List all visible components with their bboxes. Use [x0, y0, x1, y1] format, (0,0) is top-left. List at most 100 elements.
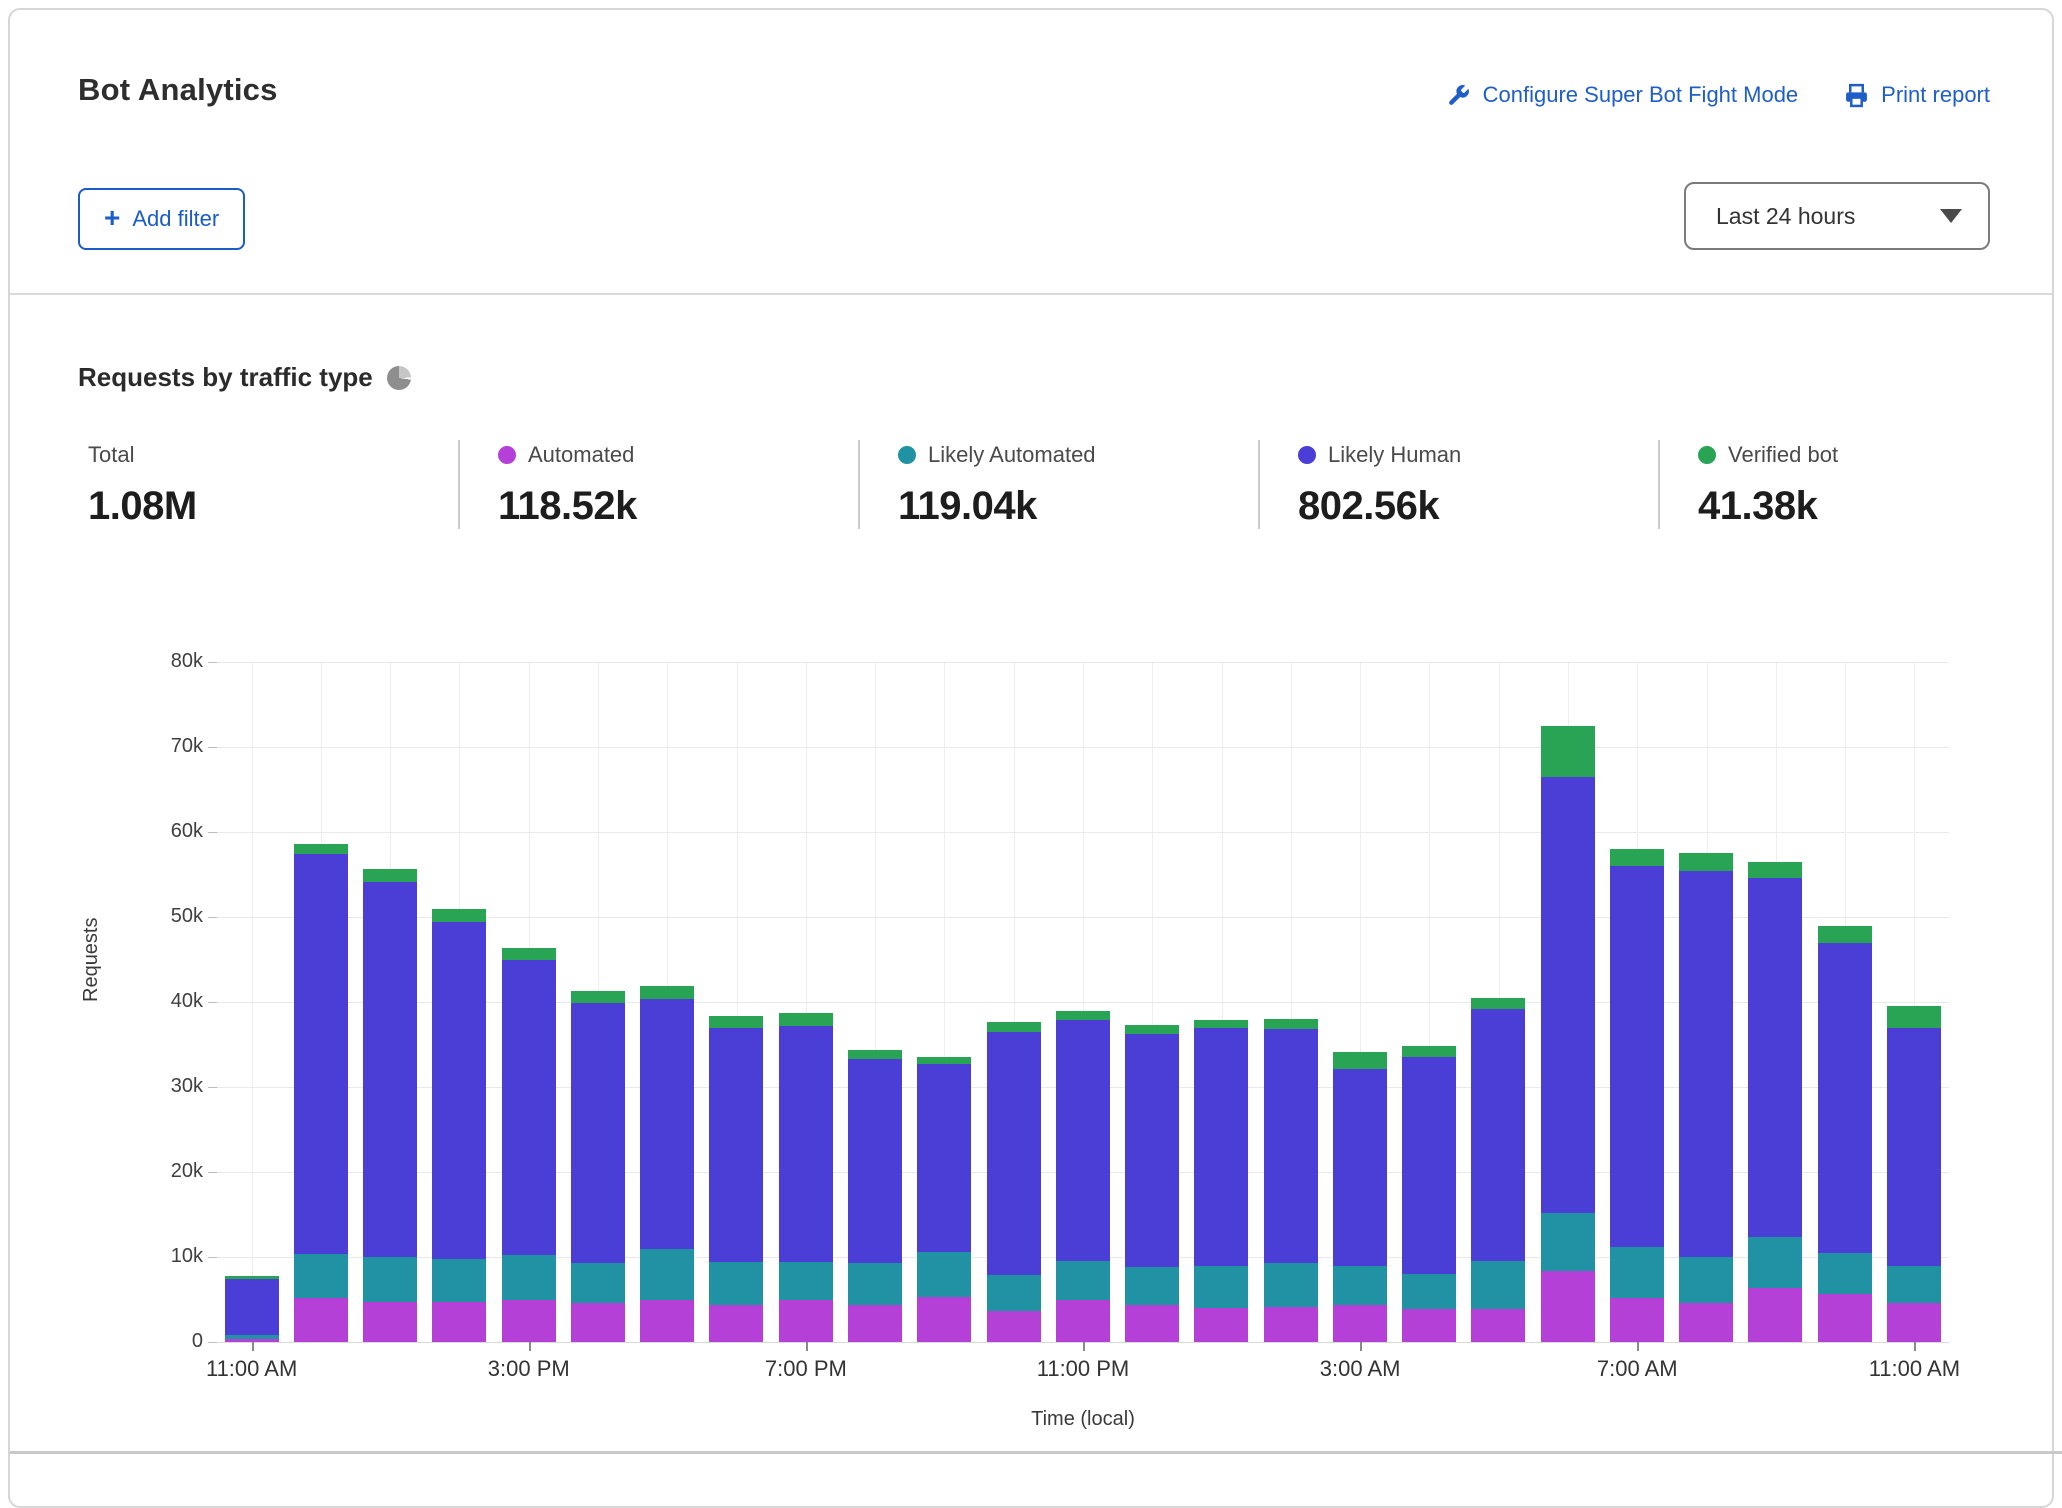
- bar-segment-likely-automated: [1264, 1263, 1318, 1307]
- bar-segment-likely-human: [779, 1026, 833, 1262]
- bar-segment-likely-automated: [1887, 1266, 1941, 1303]
- bar-segment-likely-human: [1402, 1057, 1456, 1274]
- y-tick-label: 80k: [133, 650, 203, 673]
- chevron-down-icon: [1940, 209, 1962, 223]
- bar-segment-likely-human: [1610, 866, 1664, 1247]
- stat-automated[interactable]: Automated 118.52k: [458, 440, 858, 529]
- plus-icon: +: [104, 204, 120, 232]
- bar-group[interactable]: [702, 662, 771, 1342]
- x-tick-label: 7:00 PM: [765, 1356, 847, 1382]
- bar-segment-automated: [1125, 1305, 1179, 1342]
- bar-segment-automated: [848, 1305, 902, 1342]
- likely-automated-dot: [898, 446, 916, 464]
- bar-segment-verified-bot: [432, 909, 486, 923]
- bar-segment-likely-automated: [1194, 1266, 1248, 1309]
- bar-group[interactable]: [1464, 662, 1533, 1342]
- bar-stack: [1264, 1019, 1318, 1342]
- bar-segment-automated: [1471, 1309, 1525, 1342]
- bar-segment-verified-bot: [1194, 1020, 1248, 1029]
- bar-group[interactable]: [1810, 662, 1879, 1342]
- bar-segment-automated: [640, 1300, 694, 1343]
- bar-segment-automated: [779, 1300, 833, 1342]
- bar-group[interactable]: [633, 662, 702, 1342]
- bar-segment-likely-human: [640, 999, 694, 1249]
- bar-group[interactable]: [286, 662, 355, 1342]
- bar-segment-verified-bot: [1125, 1025, 1179, 1034]
- bar-group[interactable]: [356, 662, 425, 1342]
- bar-group[interactable]: [1879, 662, 1948, 1342]
- configure-super-bot-fight-mode-link[interactable]: Configure Super Bot Fight Mode: [1446, 82, 1799, 108]
- bar-segment-likely-automated: [294, 1254, 348, 1298]
- x-tick: [1914, 1342, 1916, 1351]
- bar-group[interactable]: [1117, 662, 1186, 1342]
- add-filter-button[interactable]: + Add filter: [78, 188, 245, 250]
- traffic-type-legend: Total 1.08M Automated 118.52k Likely Aut…: [78, 440, 2058, 529]
- bar-stack: [1125, 1025, 1179, 1342]
- bar-group[interactable]: [840, 662, 909, 1342]
- bar-segment-verified-bot: [709, 1016, 763, 1028]
- bar-segment-verified-bot: [294, 844, 348, 854]
- bar-group[interactable]: [1187, 662, 1256, 1342]
- bar-group[interactable]: [1602, 662, 1671, 1342]
- bar-segment-likely-human: [848, 1059, 902, 1263]
- y-tick: [208, 1257, 217, 1258]
- bar-group[interactable]: [494, 662, 563, 1342]
- bar-stack: [1610, 849, 1664, 1342]
- bar-segment-likely-automated: [432, 1259, 486, 1302]
- bar-group[interactable]: [563, 662, 632, 1342]
- stat-likely-human[interactable]: Likely Human 802.56k: [1258, 440, 1658, 529]
- bar-group[interactable]: [425, 662, 494, 1342]
- bar-stack: [571, 991, 625, 1342]
- bar-segment-likely-automated: [1541, 1213, 1595, 1272]
- bar-segment-automated: [571, 1303, 625, 1342]
- bar-segment-likely-automated: [848, 1263, 902, 1306]
- bar-group[interactable]: [1048, 662, 1117, 1342]
- bar-segment-likely-human: [1056, 1020, 1110, 1261]
- bar-segment-likely-automated: [363, 1257, 417, 1302]
- bar-segment-likely-automated: [1056, 1261, 1110, 1300]
- bar-segment-likely-automated: [502, 1255, 556, 1299]
- print-report-link[interactable]: Print report: [1844, 82, 1990, 108]
- y-tick: [208, 917, 217, 918]
- bar-segment-automated: [1056, 1300, 1110, 1342]
- bar-group[interactable]: [217, 662, 286, 1342]
- bar-segment-likely-automated: [571, 1263, 625, 1303]
- bar-segment-likely-automated: [1402, 1274, 1456, 1309]
- bar-group[interactable]: [771, 662, 840, 1342]
- bar-group[interactable]: [1325, 662, 1394, 1342]
- section-title: Requests by traffic type: [78, 362, 373, 393]
- header-actions: Configure Super Bot Fight Mode Print rep…: [1446, 82, 1990, 108]
- bar-segment-likely-automated: [1748, 1237, 1802, 1288]
- x-tick-label: 7:00 AM: [1597, 1356, 1678, 1382]
- bar-group[interactable]: [1533, 662, 1602, 1342]
- bar-segment-likely-automated: [1125, 1267, 1179, 1305]
- bar-stack: [1887, 1006, 1941, 1342]
- bar-group[interactable]: [1672, 662, 1741, 1342]
- stat-verified-bot[interactable]: Verified bot 41.38k: [1658, 440, 2058, 529]
- bar-segment-automated: [917, 1297, 971, 1342]
- x-tick: [806, 1342, 808, 1351]
- bar-segment-likely-human: [571, 1003, 625, 1263]
- bar-stack: [1402, 1046, 1456, 1342]
- bar-stack: [225, 1276, 279, 1342]
- bar-group[interactable]: [1256, 662, 1325, 1342]
- bar-segment-verified-bot: [1264, 1019, 1318, 1029]
- bar-segment-verified-bot: [1056, 1011, 1110, 1020]
- stat-likely-automated[interactable]: Likely Automated 119.04k: [858, 440, 1258, 529]
- bar-stack: [432, 909, 486, 1342]
- plot-area: 010k20k30k40k50k60k70k80k: [217, 662, 1949, 1342]
- bar-stack: [779, 1013, 833, 1342]
- bar-segment-verified-bot: [1679, 853, 1733, 871]
- bar-group[interactable]: [979, 662, 1048, 1342]
- verified-bot-dot: [1698, 446, 1716, 464]
- bar-group[interactable]: [1395, 662, 1464, 1342]
- bar-group[interactable]: [910, 662, 979, 1342]
- x-tick-label: 11:00 AM: [1869, 1356, 1960, 1382]
- bar-segment-automated: [1679, 1303, 1733, 1342]
- printer-icon: [1844, 83, 1869, 108]
- time-range-dropdown[interactable]: Last 24 hours: [1684, 182, 1990, 250]
- bar-group[interactable]: [1741, 662, 1810, 1342]
- card-header: Bot Analytics Configure Super Bot Fight …: [10, 10, 2052, 295]
- x-tick: [529, 1342, 531, 1351]
- bar-segment-likely-human: [987, 1032, 1041, 1275]
